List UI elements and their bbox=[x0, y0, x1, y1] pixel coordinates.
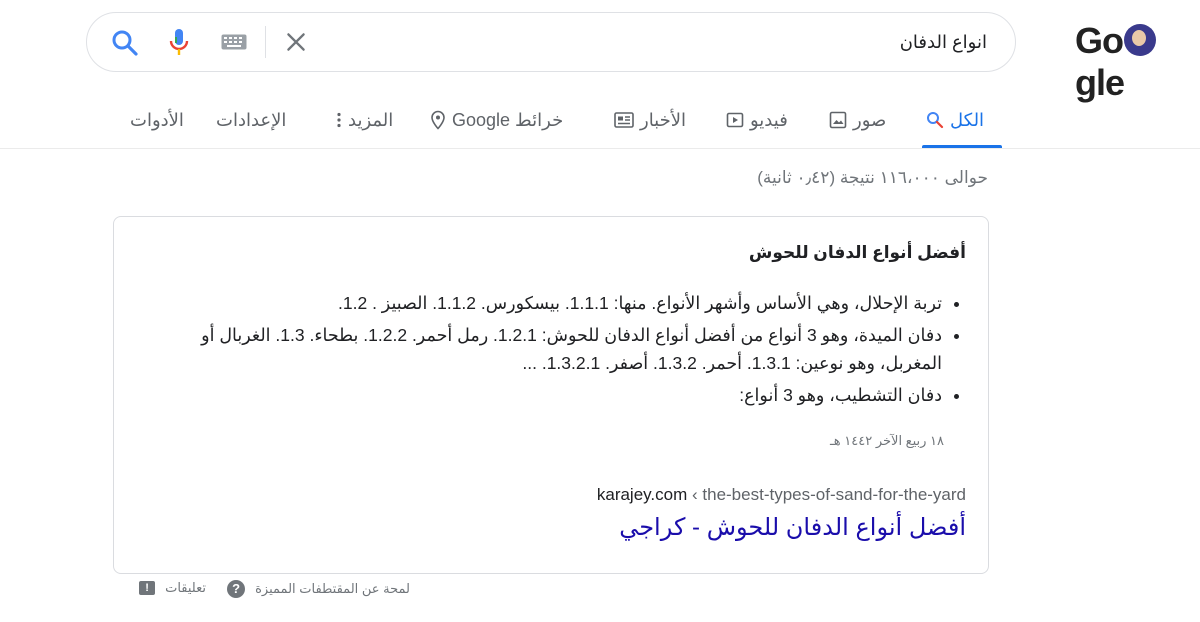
image-icon bbox=[829, 111, 847, 129]
help-icon: ? bbox=[227, 580, 246, 598]
breadcrumb-separator: ‹ bbox=[691, 485, 698, 504]
list-item: دفان التشطيب، وهو 3 أنواع: bbox=[142, 381, 942, 409]
logo-text: Gogle bbox=[1075, 20, 1157, 103]
tab-images[interactable]: صور bbox=[829, 103, 886, 137]
result-stats: حوالى ١١٦،٠٠٠ نتيجة (٠٫٤٢ ثانية) bbox=[757, 168, 988, 187]
list-item: دفان الميدة، وهو 3 أنواع من أفضل أنواع ا… bbox=[142, 321, 942, 377]
source-path: the-best-types-of-sand-for-the-yard bbox=[702, 485, 966, 504]
tab-label: الأخبار bbox=[640, 109, 687, 130]
tab-videos[interactable]: فيديو bbox=[726, 103, 788, 137]
about-featured-snippets-link[interactable]: لمحة عن المقتطفات المميزة ? bbox=[227, 580, 410, 598]
feedback-icon: ! bbox=[139, 581, 156, 595]
tab-settings[interactable]: الإعدادات bbox=[216, 103, 286, 137]
snippet-list: تربة الإحلال، وهي الأساس وأشهر الأنواع. … bbox=[142, 289, 966, 413]
search-box-divider bbox=[265, 26, 266, 58]
footer-label: تعليقات bbox=[165, 580, 206, 595]
search-box[interactable]: انواع الدفان bbox=[86, 12, 1016, 72]
keyboard-icon[interactable] bbox=[221, 34, 247, 50]
source-citation[interactable]: karajey.com ‹ the-best-types-of-sand-for… bbox=[597, 485, 966, 505]
list-item: تربة الإحلال، وهي الأساس وأشهر الأنواع. … bbox=[142, 289, 942, 317]
source-domain: karajey.com bbox=[596, 485, 688, 504]
featured-snippet-card: أفضل أنواع الدفان للحوش تربة الإحلال، وه… bbox=[113, 216, 989, 574]
tab-maps[interactable]: خرائط Google bbox=[430, 103, 563, 137]
more-vert-icon bbox=[337, 112, 341, 128]
footer-label: لمحة عن المقتطفات المميزة bbox=[255, 581, 410, 596]
search-icon[interactable] bbox=[111, 29, 139, 57]
snippet-date: ١٨ ربيع الآخر ١٤٤٢ هـ bbox=[830, 433, 944, 448]
news-icon bbox=[614, 112, 634, 128]
tab-tools[interactable]: الأدوات bbox=[130, 103, 184, 137]
google-logo[interactable]: Gogle bbox=[1075, 20, 1200, 103]
feedback-link[interactable]: تعليقات ! bbox=[139, 580, 206, 596]
doodle-portrait-icon bbox=[1124, 24, 1156, 57]
tab-label: الأدوات bbox=[130, 109, 184, 130]
tab-label: الكل bbox=[950, 109, 985, 130]
result-title-link[interactable]: أفضل أنواع الدفان للحوش - كراجي bbox=[619, 513, 966, 542]
search-input[interactable]: انواع الدفان bbox=[900, 13, 987, 71]
tab-label: صور bbox=[853, 109, 887, 130]
clear-icon[interactable] bbox=[283, 29, 309, 55]
tab-label: المزيد bbox=[348, 109, 394, 130]
microphone-icon[interactable] bbox=[167, 27, 191, 57]
search-icon bbox=[927, 112, 944, 129]
tab-label: الإعدادات bbox=[216, 109, 287, 130]
map-pin-icon bbox=[431, 110, 445, 130]
tabs-divider bbox=[0, 148, 1200, 149]
snippet-heading: أفضل أنواع الدفان للحوش bbox=[748, 243, 966, 262]
tab-label: خرائط Google bbox=[452, 109, 564, 130]
tab-more[interactable]: المزيد bbox=[336, 103, 393, 137]
video-icon bbox=[726, 112, 744, 128]
tab-all[interactable]: الكل bbox=[926, 103, 984, 137]
tab-news[interactable]: الأخبار bbox=[614, 103, 686, 137]
tab-label: فيديو bbox=[750, 109, 788, 130]
